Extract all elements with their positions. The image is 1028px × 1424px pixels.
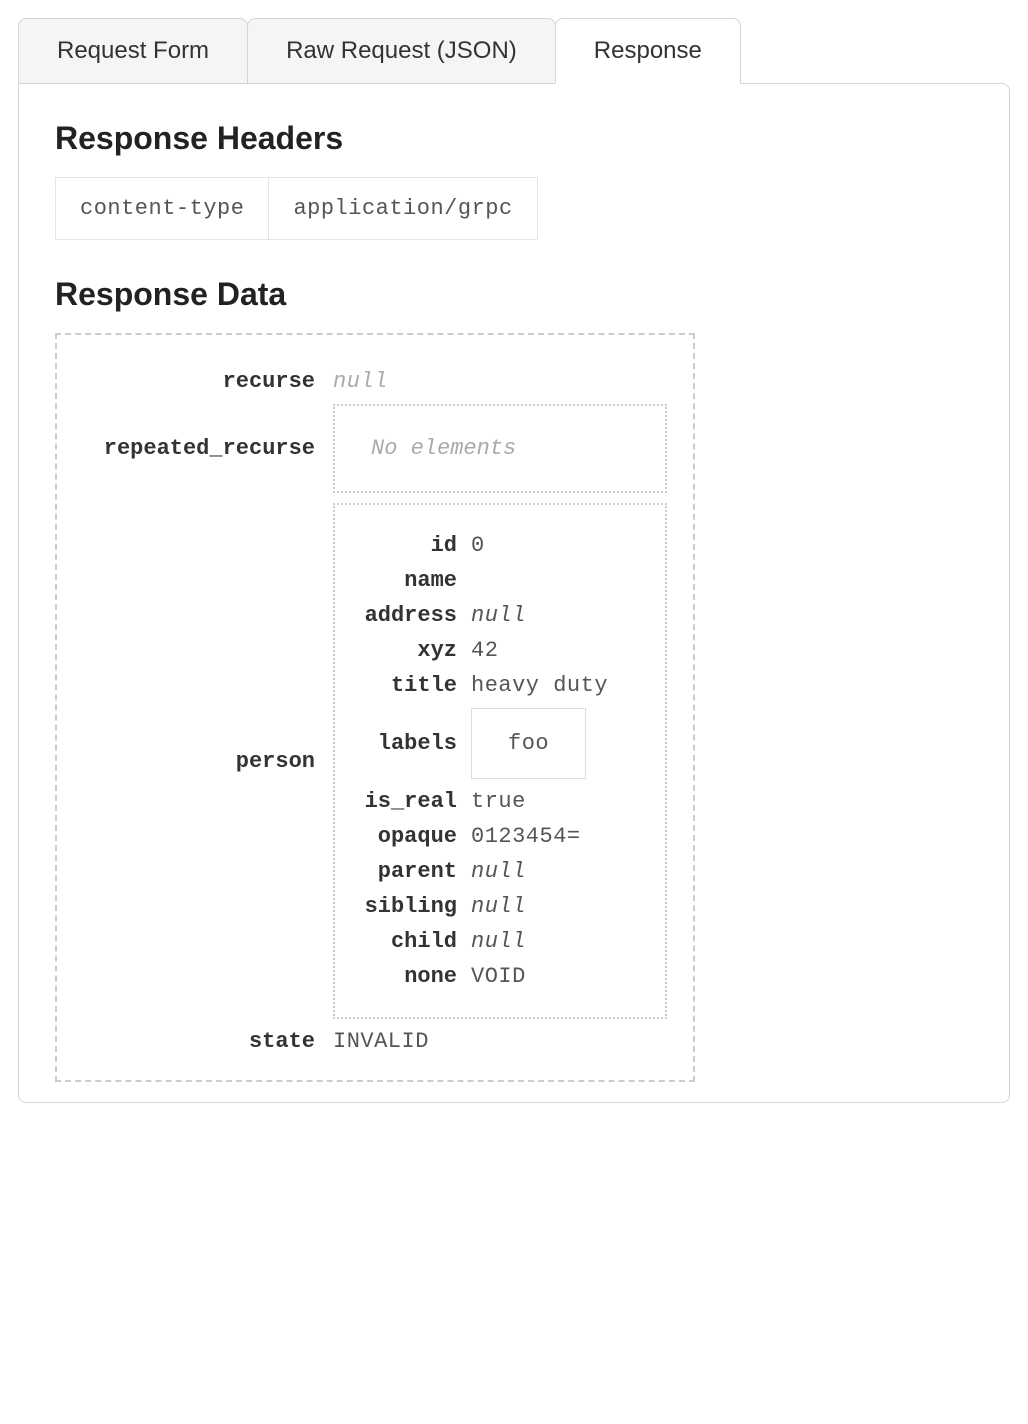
field-label: recurse (83, 369, 333, 394)
response-data-box: recurse null repeated_recurse No element… (55, 333, 695, 1082)
header-value: application/grpc (268, 178, 536, 239)
field-label: address (351, 603, 471, 628)
field-label: is_real (351, 789, 471, 814)
person-nested-box: id 0 name address null xyz 42 title (333, 503, 667, 1019)
response-data-title: Response Data (55, 276, 973, 313)
label-chip: foo (471, 708, 586, 779)
field-person-sibling: sibling null (351, 894, 649, 919)
field-value: heavy duty (471, 673, 608, 698)
tab-bar: Request Form Raw Request (JSON) Response (18, 18, 1010, 84)
field-label: person (83, 749, 333, 774)
field-value: null (471, 894, 526, 919)
field-label: repeated_recurse (83, 436, 333, 461)
field-label: child (351, 929, 471, 954)
field-person-is-real: is_real true (351, 789, 649, 814)
tab-raw-request[interactable]: Raw Request (JSON) (247, 18, 556, 84)
response-headers-title: Response Headers (55, 120, 973, 157)
field-value: foo (471, 708, 586, 779)
field-person-name: name (351, 568, 649, 593)
field-label: sibling (351, 894, 471, 919)
tab-request-form[interactable]: Request Form (18, 18, 248, 84)
field-person-xyz: xyz 42 (351, 638, 649, 663)
field-label: labels (351, 731, 471, 756)
field-person-child: child null (351, 929, 649, 954)
field-value: VOID (471, 964, 526, 989)
field-label: name (351, 568, 471, 593)
field-value: 42 (471, 638, 498, 663)
field-value: null (471, 859, 526, 884)
field-repeated-recurse: repeated_recurse No elements (83, 404, 667, 493)
empty-list-placeholder: No elements (333, 404, 667, 493)
field-value: 0123454= (471, 824, 581, 849)
field-label: parent (351, 859, 471, 884)
field-label: id (351, 533, 471, 558)
field-recurse: recurse null (83, 369, 667, 394)
field-person: person id 0 name address null xyz 42 (83, 503, 667, 1019)
field-person-address: address null (351, 603, 649, 628)
field-value: null (471, 603, 526, 628)
field-value: 0 (471, 533, 485, 558)
field-label: state (83, 1029, 333, 1054)
field-value: true (471, 789, 526, 814)
field-value: null (471, 929, 526, 954)
field-label: opaque (351, 824, 471, 849)
response-headers-table: content-type application/grpc (55, 177, 538, 240)
tab-response[interactable]: Response (555, 18, 741, 84)
field-person-parent: parent null (351, 859, 649, 884)
response-panel: Response Headers content-type applicatio… (18, 83, 1010, 1103)
field-person-labels: labels foo (351, 708, 649, 779)
field-label: none (351, 964, 471, 989)
header-key: content-type (56, 178, 268, 239)
field-person-none: none VOID (351, 964, 649, 989)
field-person-id: id 0 (351, 533, 649, 558)
field-value: null (333, 369, 388, 394)
field-label: title (351, 673, 471, 698)
field-person-opaque: opaque 0123454= (351, 824, 649, 849)
field-person-title: title heavy duty (351, 673, 649, 698)
field-state: state INVALID (83, 1029, 667, 1054)
field-label: xyz (351, 638, 471, 663)
field-value: INVALID (333, 1029, 429, 1054)
